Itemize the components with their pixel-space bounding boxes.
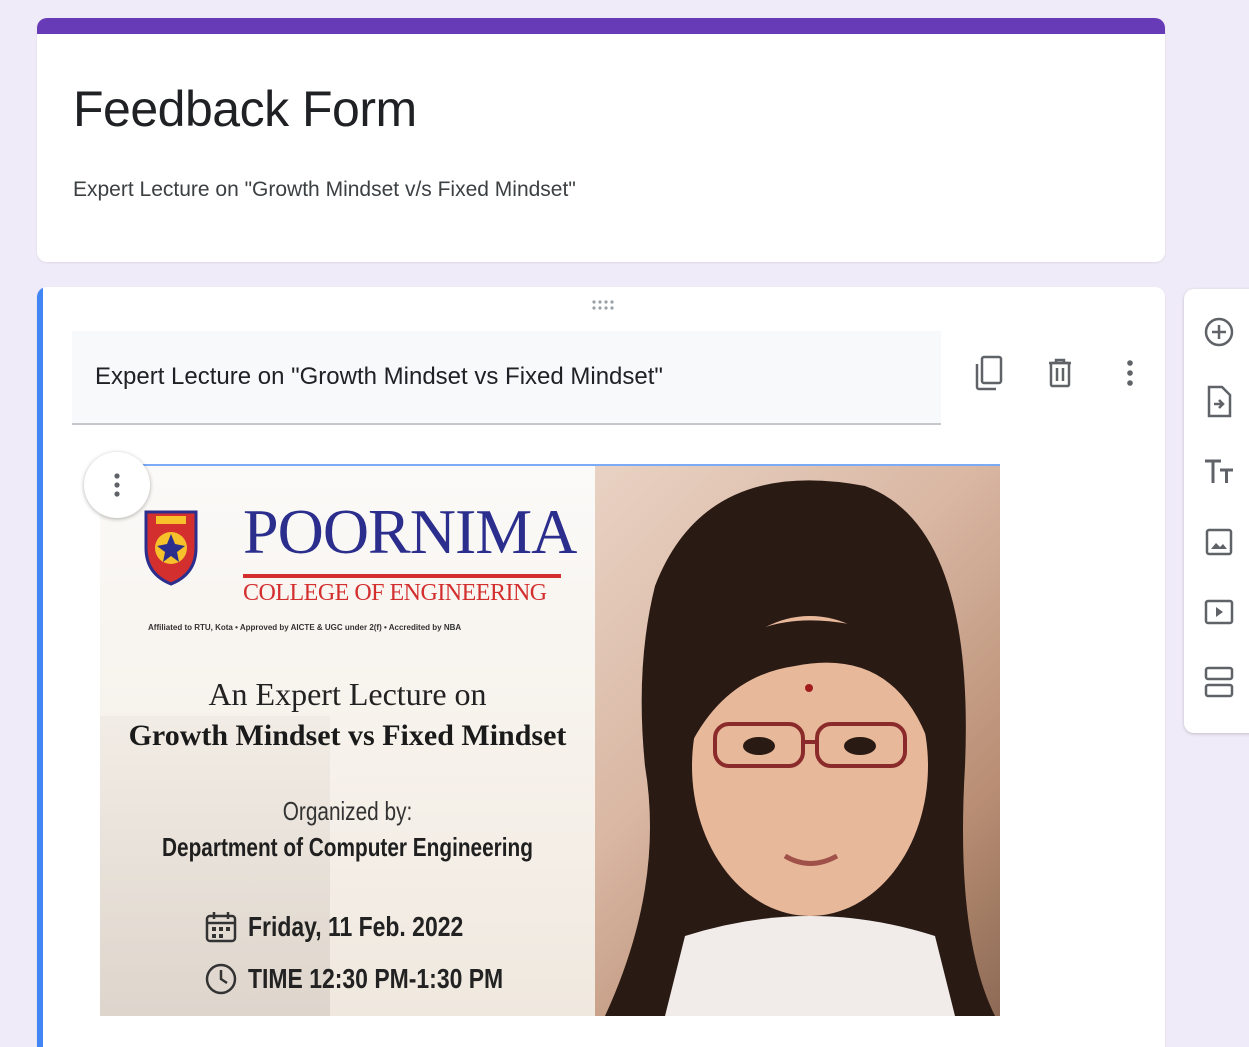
drag-handle-icon[interactable] [591, 299, 617, 311]
form-title[interactable]: Feedback Form [73, 80, 417, 138]
floating-toolbar [1184, 289, 1249, 733]
duplicate-button[interactable] [967, 351, 1011, 395]
event-time-row: TIME 12:30 PM-1:30 PM [204, 962, 559, 996]
section-icon [1204, 666, 1234, 698]
calendar-icon [205, 912, 237, 943]
lecture-topic: Growth Mindset vs Fixed Mindset [128, 719, 567, 752]
image-options-button[interactable] [84, 452, 150, 518]
college-name-rule [243, 574, 561, 578]
add-image-button[interactable] [1196, 519, 1242, 565]
speaker-portrait-illustration [605, 480, 995, 1016]
college-crest-logo [144, 510, 198, 586]
active-item-indicator [37, 287, 43, 1047]
more-vert-icon [1127, 360, 1133, 386]
more-vert-icon [114, 473, 120, 497]
event-date-row: Friday, 11 Feb. 2022 [204, 910, 511, 944]
add-circle-icon [1204, 317, 1234, 347]
speaker-photo [595, 466, 1000, 1016]
event-date: Friday, 11 Feb. 2022 [248, 911, 464, 942]
add-title-button[interactable] [1196, 449, 1242, 495]
more-options-button[interactable] [1108, 351, 1152, 395]
college-name: POORNIMA [243, 496, 577, 567]
add-question-button[interactable] [1196, 309, 1242, 355]
trash-icon [1049, 358, 1071, 388]
college-affiliation: Affiliated to RTU, Kota • Approved by AI… [148, 623, 462, 632]
clock-icon [205, 963, 237, 995]
delete-button[interactable] [1038, 351, 1082, 395]
lecture-intro: An Expert Lecture on [208, 676, 487, 712]
image-item-card[interactable]: Expert Lecture on "Growth Mindset vs Fix… [37, 287, 1165, 1047]
form-header-card[interactable]: Feedback Form Expert Lecture on "Growth … [37, 18, 1165, 262]
lecture-poster-image[interactable]: POORNIMA COLLEGE OF ENGINEERING Affiliat… [100, 464, 1000, 1016]
add-section-button[interactable] [1196, 659, 1242, 705]
event-time: TIME 12:30 PM-1:30 PM [248, 963, 504, 994]
image-title-text: Expert Lecture on "Growth Mindset vs Fix… [95, 363, 663, 390]
poster-text-panel: POORNIMA COLLEGE OF ENGINEERING Affiliat… [100, 466, 595, 1016]
text-title-icon [1205, 459, 1233, 483]
header-accent-bar [37, 18, 1165, 34]
image-title-field[interactable]: Expert Lecture on "Growth Mindset vs Fix… [72, 331, 941, 425]
video-icon [1204, 599, 1234, 625]
form-description[interactable]: Expert Lecture on "Growth Mindset v/s Fi… [73, 178, 576, 202]
college-subtitle: COLLEGE OF ENGINEERING [243, 580, 547, 606]
organized-by-label: Organized by: [282, 796, 413, 826]
import-questions-button[interactable] [1196, 379, 1242, 425]
image-icon [1205, 528, 1233, 556]
import-icon [1207, 385, 1232, 418]
duplicate-icon [975, 355, 1003, 391]
add-video-button[interactable] [1196, 589, 1242, 635]
organizing-department: Department of Computer Engineering [162, 832, 533, 862]
